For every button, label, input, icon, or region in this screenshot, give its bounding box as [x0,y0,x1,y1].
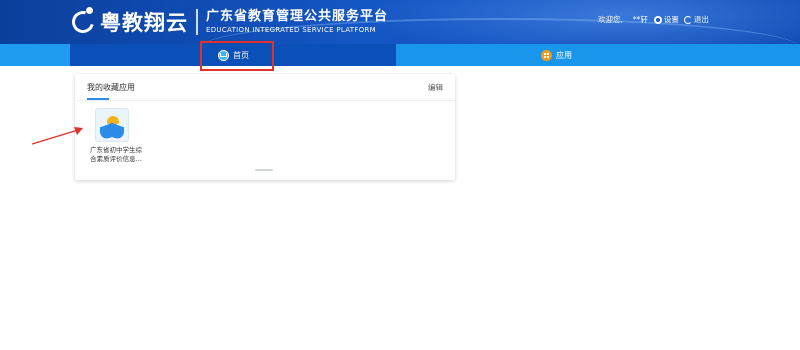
tab-apps-label: 应用 [556,50,572,60]
platform-title-cn: 广东省教育管理公共服务平台 [206,9,389,24]
annotation-highlight-box [200,41,274,71]
card-scroll-indicator[interactable] [255,169,273,171]
nav-apps-background [396,44,800,66]
logo-icon [67,6,99,38]
settings-label: 设置 [663,15,679,24]
user-area: 欢迎您, **轩 设置 退出 [598,14,714,25]
edit-button[interactable]: 编辑 [428,82,443,93]
header: 粤教翔云 广东省教育管理公共服务平台 EDUCATION INTEGRATED … [0,0,800,44]
app-care-icon [95,108,129,142]
platform-title-en: EDUCATION INTEGRATED SERVICE PLATFORM [206,26,377,34]
favorites-card: 我的收藏应用 编辑 广东省初中学生综合素质评价信息... [75,74,455,180]
logout-label: 退出 [693,15,709,24]
card-divider [75,100,455,101]
tab-apps[interactable]: 应用 [541,44,572,66]
site-logo[interactable]: 粤教翔云 广东省教育管理公共服务平台 EDUCATION INTEGRATED … [67,6,388,38]
nav-left-strip [0,44,70,66]
apps-grid-icon [541,49,552,61]
welcome-text: 欢迎您, [598,15,623,24]
platform-title: 广东省教育管理公共服务平台 EDUCATION INTEGRATED SERVI… [206,9,388,35]
annotation-arrow-icon [31,127,83,145]
username[interactable]: **轩 [633,14,648,25]
app-tile[interactable]: 广东省初中学生综合素质评价信息... [87,108,149,164]
brand-name: 粤教翔云 [100,10,188,35]
settings-link[interactable]: 设置 [653,14,679,25]
page: 粤教翔云 广东省教育管理公共服务平台 EDUCATION INTEGRATED … [0,0,800,350]
logo-divider [196,9,198,35]
app-name: 广东省初中学生综合素质评价信息... [90,146,142,163]
logout-link[interactable]: 退出 [683,14,709,25]
settings-gear-icon [653,15,662,24]
favorites-title: 我的收藏应用 [87,83,135,92]
logout-icon [683,15,692,24]
